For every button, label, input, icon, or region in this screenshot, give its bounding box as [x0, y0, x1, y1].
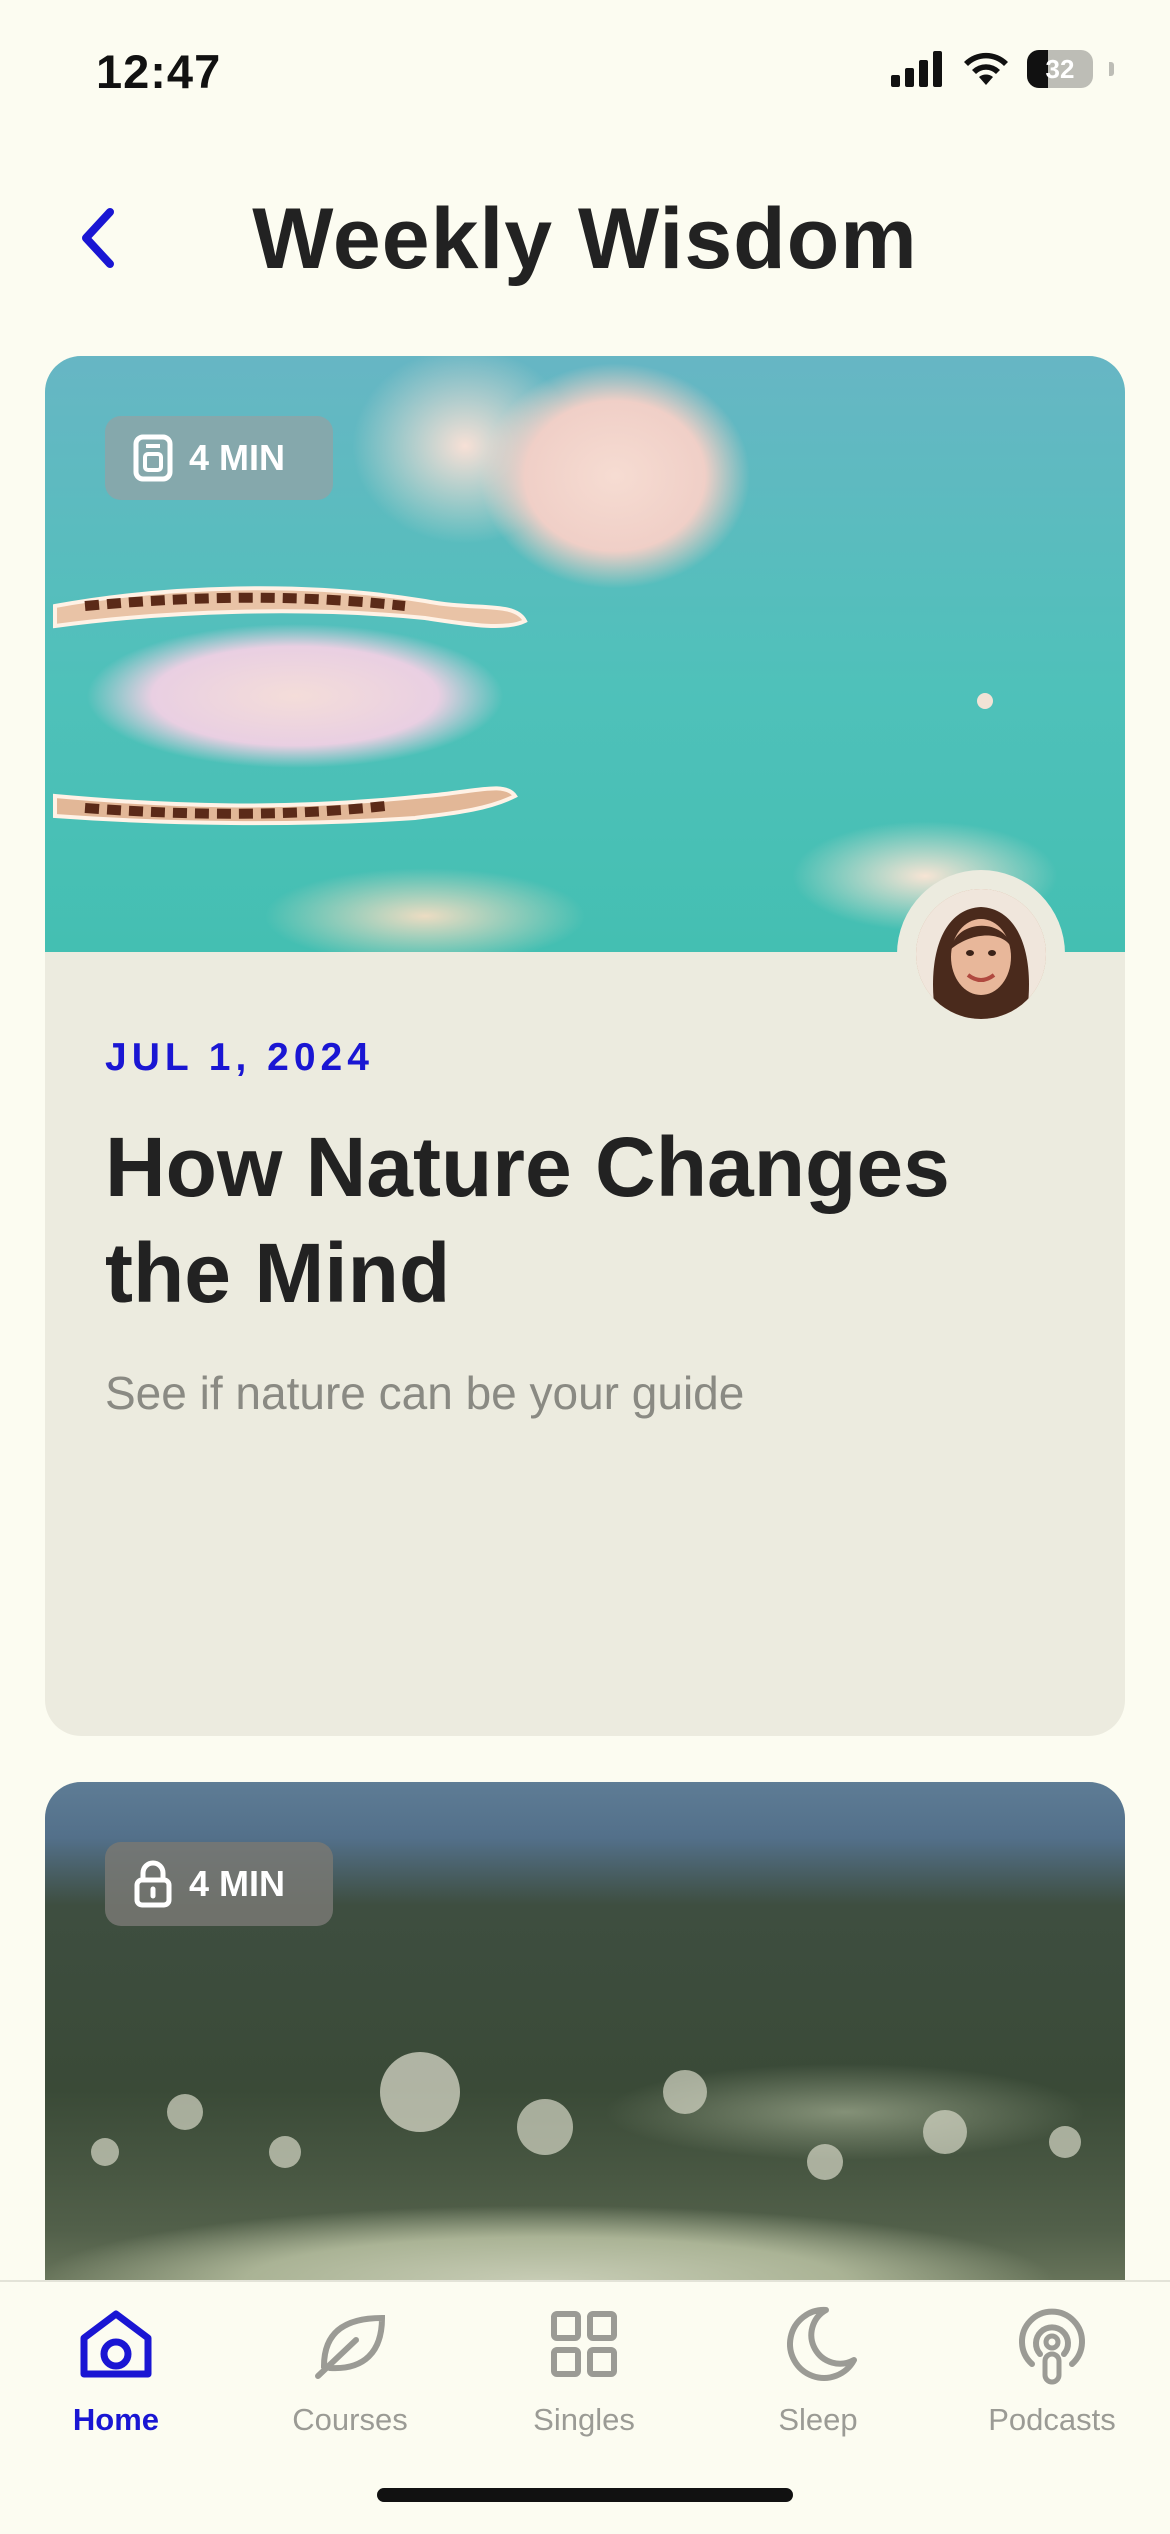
- tab-label: Sleep: [778, 2402, 858, 2437]
- home-icon: [80, 2310, 152, 2378]
- wifi-icon: [964, 52, 1008, 85]
- page-title: Weekly Wisdom: [252, 191, 918, 287]
- tab-label: Home: [72, 2402, 160, 2437]
- duration-badge: 4 MIN: [105, 1842, 333, 1926]
- podcast-icon: [1019, 2308, 1085, 2385]
- tab-podcasts[interactable]: Podcasts: [952, 2302, 1152, 2452]
- card-image: 4 MIN: [45, 356, 1125, 952]
- card-image: 4 MIN: [45, 1782, 1125, 2342]
- tab-label: Singles: [533, 2402, 635, 2437]
- battery-icon: 32: [1027, 50, 1093, 88]
- duration-label: 4 MIN: [189, 1863, 286, 1904]
- card-body: JUL 1, 2024 How Nature Changes the Mind …: [105, 1036, 1065, 1420]
- moon-icon: [787, 2306, 857, 2381]
- tab-label: Courses: [292, 2402, 408, 2437]
- back-button[interactable]: [58, 198, 138, 278]
- home-indicator[interactable]: [377, 2488, 793, 2502]
- tab-courses[interactable]: Courses: [250, 2302, 450, 2452]
- avatar-photo: [916, 889, 1046, 1019]
- article-date: JUL 1, 2024: [105, 1036, 374, 1079]
- grid-icon: [551, 2311, 617, 2377]
- status-bar: 12:47 32: [0, 0, 1170, 140]
- tab-label: Podcasts: [988, 2402, 1116, 2437]
- duration-label: 4 MIN: [189, 437, 286, 478]
- article-title: How Nature Changes the Mind: [105, 1120, 950, 1320]
- signal-icon: [891, 51, 942, 87]
- chevron-left-icon: [82, 208, 114, 268]
- audio-device-icon: [133, 434, 173, 482]
- status-icons: 32: [891, 50, 1114, 88]
- tab-sleep[interactable]: Sleep: [718, 2302, 918, 2452]
- avatar: [897, 870, 1065, 1038]
- battery-level: 32: [1045, 53, 1075, 84]
- article-card[interactable]: 4 MIN JUL 1, 2024 How Nature Changes the…: [45, 356, 1125, 1736]
- lock-icon: [134, 1860, 172, 1908]
- article-subtitle: See if nature can be your guide: [105, 1367, 745, 1419]
- tab-singles[interactable]: Singles: [484, 2302, 684, 2452]
- duration-badge: 4 MIN: [105, 416, 333, 500]
- tab-home[interactable]: Home: [16, 2302, 216, 2452]
- page-header: Weekly Wisdom: [0, 170, 1170, 310]
- leaf-icon: [315, 2314, 386, 2379]
- status-time: 12:47: [96, 45, 222, 98]
- article-card[interactable]: 4 MIN: [45, 1782, 1125, 2342]
- battery-cap: [1109, 62, 1114, 76]
